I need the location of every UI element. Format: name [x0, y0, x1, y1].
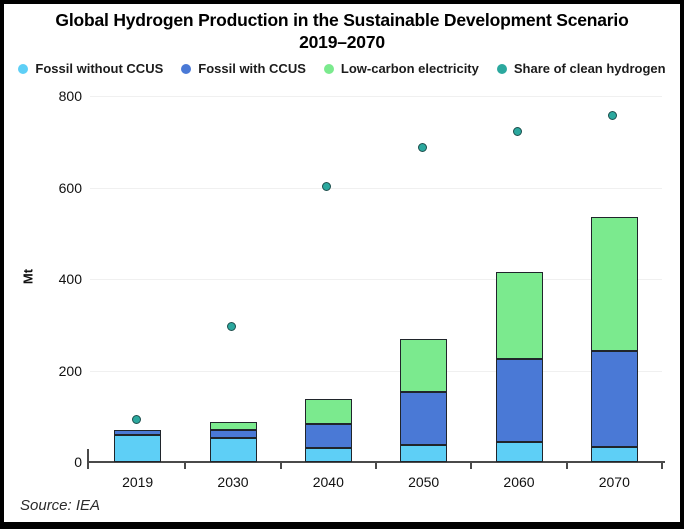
- bar-segment-fossil-without-ccus-2050: [400, 445, 447, 462]
- y-tick-label-600: 600: [34, 180, 82, 196]
- x-axis-left-cap: [87, 449, 89, 461]
- chart-frame: Global Hydrogen Production in the Sustai…: [0, 0, 684, 529]
- bar-segment-low-carbon-electricity-2030: [210, 422, 257, 430]
- scatter-dot-share-of-clean-hydrogen-2019: [132, 415, 141, 424]
- x-axis-tick: [661, 463, 663, 469]
- bar-segment-fossil-with-ccus-2040: [305, 424, 352, 448]
- bar-segment-fossil-without-ccus-2070: [591, 447, 638, 462]
- y-tick-label-400: 400: [34, 271, 82, 287]
- x-category-label-2030: 2030: [185, 474, 280, 490]
- bar-segment-fossil-without-ccus-2019: [114, 435, 161, 462]
- gridline-200: [90, 371, 662, 372]
- x-axis-tick: [470, 463, 472, 469]
- bar-segment-fossil-with-ccus-2070: [591, 351, 638, 447]
- x-category-label-2060: 2060: [471, 474, 566, 490]
- x-category-label-2040: 2040: [281, 474, 376, 490]
- bar-segment-fossil-with-ccus-2019: [114, 430, 161, 435]
- bar-segment-low-carbon-electricity-2050: [400, 339, 447, 392]
- bar-segment-fossil-with-ccus-2050: [400, 392, 447, 445]
- bar-segment-low-carbon-electricity-2070: [591, 217, 638, 351]
- gridline-400: [90, 279, 662, 280]
- x-category-label-2070: 2070: [567, 474, 662, 490]
- scatter-dot-share-of-clean-hydrogen-2030: [227, 322, 236, 331]
- scatter-dot-share-of-clean-hydrogen-2040: [322, 182, 331, 191]
- x-category-label-2050: 2050: [376, 474, 471, 490]
- gridline-800: [90, 96, 662, 97]
- x-axis-tick: [280, 463, 282, 469]
- scatter-dot-share-of-clean-hydrogen-2060: [513, 127, 522, 136]
- gridline-600: [90, 188, 662, 189]
- scatter-dot-share-of-clean-hydrogen-2050: [418, 143, 427, 152]
- x-axis-tick: [375, 463, 377, 469]
- x-axis-tick: [184, 463, 186, 469]
- bar-segment-fossil-with-ccus-2030: [210, 430, 257, 439]
- bar-segment-low-carbon-electricity-2040: [305, 399, 352, 424]
- bar-segment-fossil-without-ccus-2030: [210, 438, 257, 462]
- x-category-label-2019: 2019: [90, 474, 185, 490]
- plot-area: [90, 96, 662, 462]
- x-axis-tick: [566, 463, 568, 469]
- y-tick-label-800: 800: [34, 88, 82, 104]
- y-tick-label-0: 0: [34, 454, 82, 470]
- scatter-dot-share-of-clean-hydrogen-2070: [608, 111, 617, 120]
- bar-segment-fossil-without-ccus-2060: [496, 442, 543, 462]
- bar-segment-fossil-with-ccus-2060: [496, 359, 543, 442]
- source-caption: Source: IEA: [20, 497, 100, 514]
- bar-segment-low-carbon-electricity-2060: [496, 272, 543, 359]
- bar-segment-fossil-without-ccus-2040: [305, 448, 352, 462]
- x-axis-tick: [87, 463, 89, 469]
- chart-area: Mt 0200400600800 20192030204020502060207…: [4, 4, 680, 522]
- y-tick-label-200: 200: [34, 363, 82, 379]
